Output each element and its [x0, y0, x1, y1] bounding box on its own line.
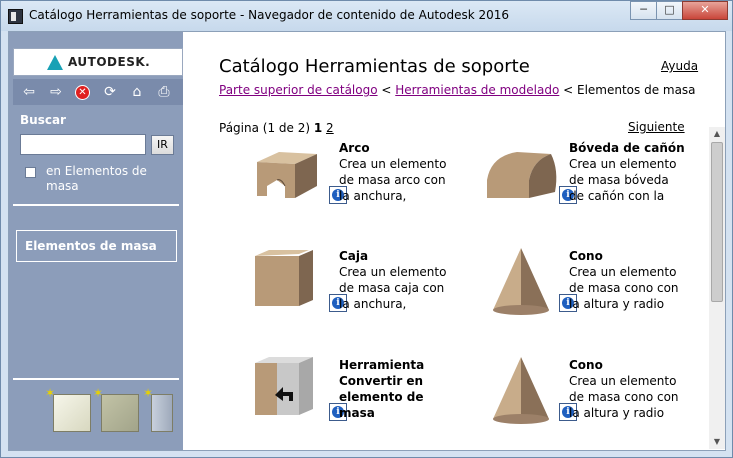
- scroll-down-icon[interactable]: ▼: [709, 435, 725, 449]
- catalog-content: Catálogo Herramientas de soporte Ayuda P…: [183, 32, 725, 450]
- cone-icon: [493, 248, 549, 315]
- tool-description: Crea un elemento de masa cono con la alt…: [569, 374, 679, 420]
- maximize-button[interactable]: □: [656, 1, 683, 20]
- window-title: Catálogo Herramientas de soporte - Naveg…: [29, 8, 510, 22]
- tool-name: Arco: [339, 141, 370, 155]
- tool-name: Caja: [339, 249, 369, 263]
- breadcrumb: Parte superior de catálogo < Herramienta…: [219, 83, 696, 97]
- new-palette-icon[interactable]: ✶: [93, 386, 139, 432]
- app-window: Catálogo Herramientas de soporte - Naveg…: [0, 0, 733, 458]
- page-title: Catálogo Herramientas de soporte: [219, 56, 530, 77]
- tool-caja[interactable]: i Caja Crea un elemento de masa caja con…: [255, 248, 485, 338]
- go-button[interactable]: IR: [151, 135, 174, 155]
- search-input[interactable]: [20, 134, 146, 155]
- convert-to-mass-icon: [255, 357, 313, 415]
- pager-current: 1: [313, 121, 323, 135]
- tool-boveda-de-canon[interactable]: i Bóveda de cañón Crea un elemento de ma…: [485, 140, 715, 230]
- breadcrumb-parent-link[interactable]: Herramientas de modelado: [395, 83, 559, 97]
- browser-client: AUTODESK. ⇦ ⇨ ✕ ⟳ ⌂ ⎙ Buscar IR en Eleme…: [8, 31, 726, 451]
- new-tool-icon[interactable]: ✶: [143, 386, 173, 432]
- app-icon: [8, 9, 23, 24]
- tool-name: Bóveda de cañón: [569, 141, 685, 155]
- breadcrumb-current: Elementos de masa: [576, 83, 696, 97]
- forward-icon[interactable]: ⇨: [45, 82, 67, 102]
- autodesk-logo-icon: [47, 55, 63, 70]
- scope-label: en Elementos de masa: [46, 164, 147, 193]
- tool-description: Crea un elemento de masa caja con la anc…: [339, 265, 447, 311]
- nav-toolbar: ⇦ ⇨ ✕ ⟳ ⌂ ⎙: [13, 79, 183, 105]
- stop-icon[interactable]: ✕: [75, 84, 90, 100]
- tool-name: Cono: [569, 249, 603, 263]
- minimize-button[interactable]: ─: [630, 1, 657, 20]
- home-icon[interactable]: ⌂: [126, 82, 148, 102]
- tool-arco[interactable]: i Arco Crea un elemento de masa arco con…: [255, 140, 485, 230]
- tool-description: Crea un elemento de masa bóveda de cañón…: [569, 157, 677, 203]
- tool-cono[interactable]: i Cono Crea un elemento de masa cono con…: [485, 357, 715, 447]
- tool-description: Crea un elemento de masa arco con la anc…: [339, 157, 447, 203]
- pager: Página (1 de 2) 1 2: [219, 121, 334, 135]
- print-icon[interactable]: ⎙: [153, 82, 175, 102]
- pager-page-2-link[interactable]: 2: [326, 121, 334, 135]
- next-page-link[interactable]: Siguiente: [628, 120, 685, 134]
- help-link[interactable]: Ayuda: [661, 59, 698, 73]
- tool-name: Cono: [569, 358, 603, 372]
- arch-icon: [257, 152, 317, 198]
- sidebar: AUTODESK. ⇦ ⇨ ✕ ⟳ ⌂ ⎙ Buscar IR en Eleme…: [9, 32, 183, 450]
- palette-elementos-de-masa[interactable]: Elementos de masa: [16, 230, 177, 262]
- cone-icon: [493, 357, 549, 424]
- close-button[interactable]: ✕: [682, 1, 728, 20]
- logo-text: AUTODESK.: [68, 55, 151, 69]
- breadcrumb-root-link[interactable]: Parte superior de catálogo: [219, 83, 378, 97]
- tool-convertir-elemento-masa[interactable]: i Herramienta Convertir en elemento de m…: [255, 357, 485, 447]
- tool-cono[interactable]: i Cono Crea un elemento de masa cono con…: [485, 248, 715, 338]
- scope-checkbox[interactable]: [25, 167, 36, 178]
- search-label: Buscar: [20, 113, 66, 127]
- back-icon[interactable]: ⇦: [18, 82, 40, 102]
- box-icon: [255, 250, 313, 306]
- vertical-scrollbar[interactable]: ▲ ▼: [709, 127, 725, 449]
- barrel-vault-icon: [487, 152, 557, 198]
- tool-name: Herramienta Convertir en elemento de mas…: [339, 358, 425, 420]
- autodesk-logo: AUTODESK.: [13, 48, 183, 76]
- tool-description: Crea un elemento de masa cono con la alt…: [569, 265, 679, 311]
- scroll-thumb[interactable]: [711, 142, 723, 302]
- refresh-icon[interactable]: ⟳: [99, 82, 121, 102]
- scroll-up-icon[interactable]: ▲: [709, 127, 725, 141]
- divider: [13, 204, 179, 206]
- divider: [13, 378, 179, 380]
- title-bar[interactable]: Catálogo Herramientas de soporte - Naveg…: [1, 1, 732, 31]
- new-catalog-icon[interactable]: ✶: [45, 386, 91, 432]
